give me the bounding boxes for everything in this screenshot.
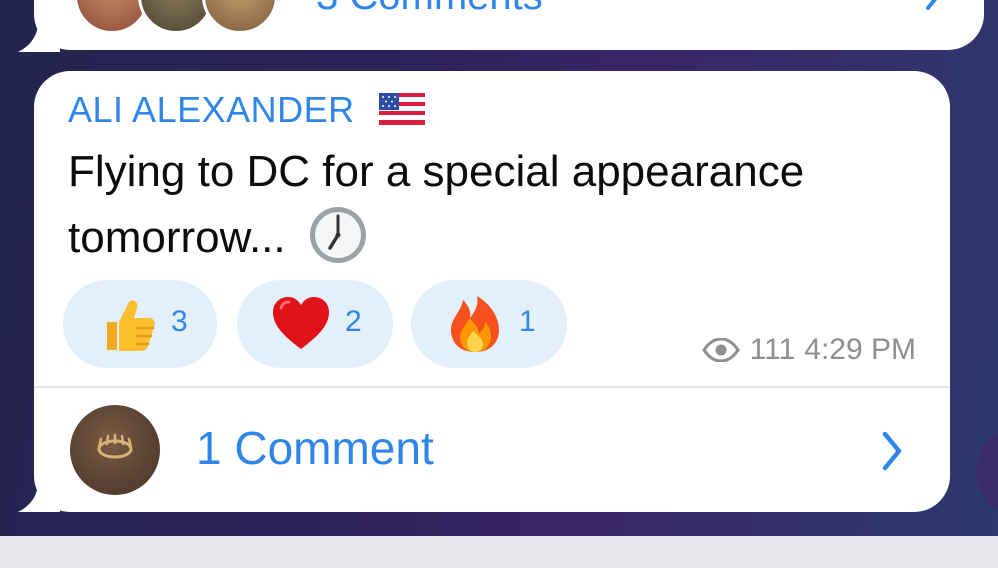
thumbs-up-icon [107, 300, 155, 351]
eye-icon [701, 338, 740, 362]
commenter-avatar [202, 0, 278, 34]
chevron-right-icon[interactable] [880, 431, 904, 471]
clock-seven-icon [309, 207, 366, 264]
red-heart-icon [273, 297, 329, 349]
message-meta: 111 4:29 PM [701, 333, 916, 367]
avatar [70, 405, 160, 495]
scroll-button[interactable] [976, 432, 998, 512]
comments-link[interactable]: 1 Comment [196, 421, 434, 475]
bottom-bar [0, 536, 998, 568]
view-count: 111 [749, 333, 796, 366]
previous-message-bubble[interactable]: 3 Comments [34, 0, 984, 50]
crown-ring-icon [97, 433, 133, 459]
reaction-count: 3 [171, 305, 188, 338]
message-bubble[interactable]: ALI ALEXANDER Flying to DC for a special… [34, 71, 950, 512]
reaction-count: 1 [519, 305, 536, 338]
reaction-thumbs-up[interactable]: 3 [63, 280, 217, 368]
chevron-right-icon[interactable] [924, 0, 944, 10]
us-flag-icon [379, 93, 426, 126]
reaction-count: 2 [345, 305, 362, 338]
comments-link[interactable]: 3 Comments [316, 0, 543, 19]
message-text: Flying to DC for a special appearance to… [68, 139, 938, 271]
author-name[interactable]: ALI ALEXANDER [68, 89, 426, 131]
author-name-label: ALI ALEXANDER [68, 89, 355, 130]
divider [34, 386, 950, 388]
reaction-heart[interactable]: 2 [237, 280, 393, 368]
fire-icon [451, 296, 499, 352]
reaction-fire[interactable]: 1 [411, 280, 567, 368]
message-time: 4:29 PM [804, 333, 916, 366]
message-text-content: Flying to DC for a special appearance to… [68, 147, 805, 262]
